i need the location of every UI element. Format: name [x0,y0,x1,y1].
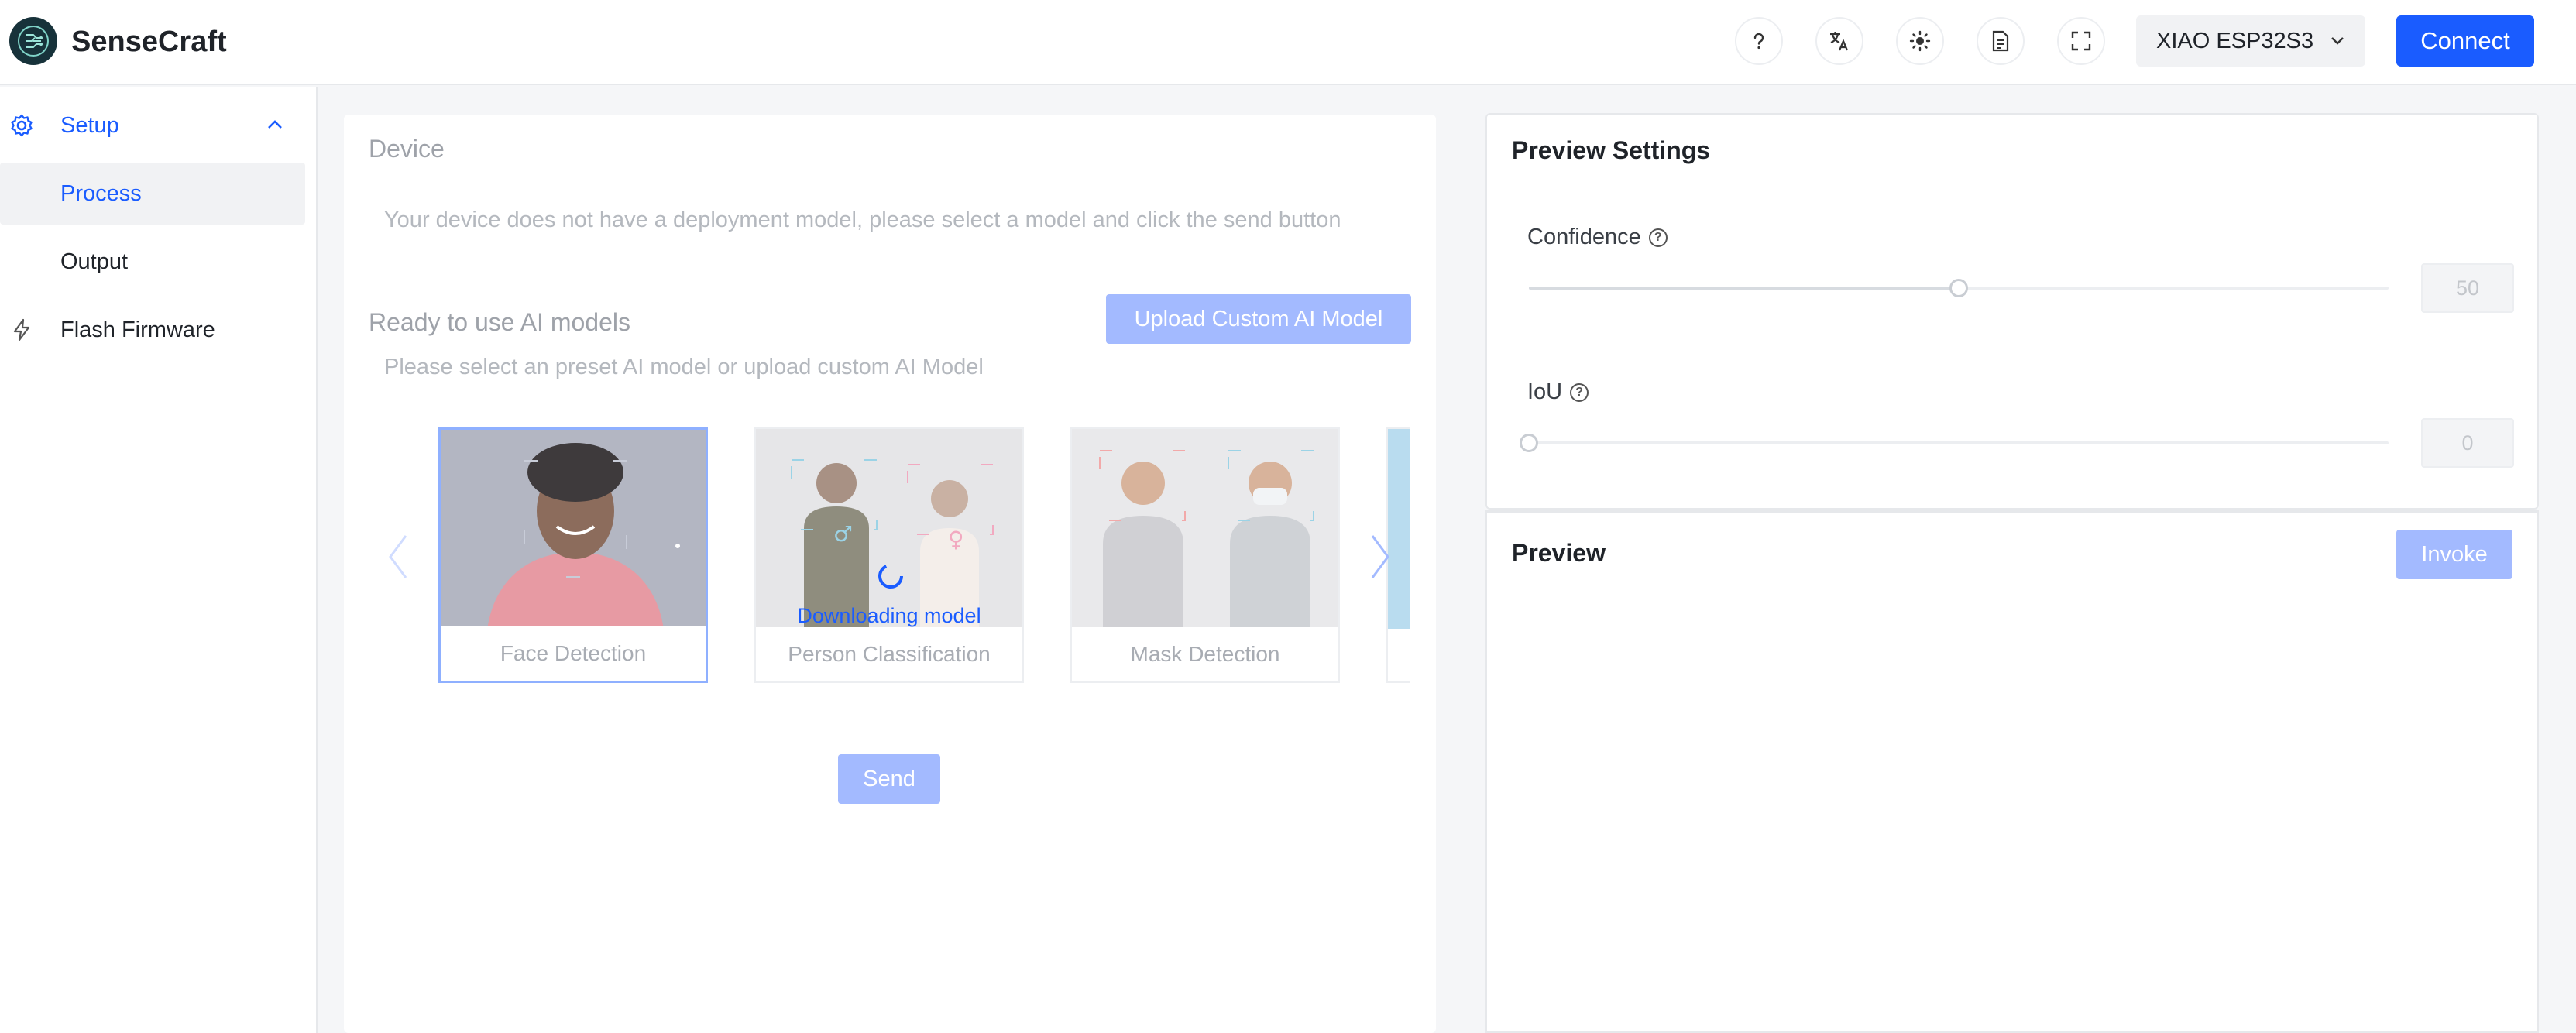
sidebar-item-setup-label: Setup [60,112,119,138]
sidebar-item-setup[interactable]: Setup [0,94,305,156]
svg-text:♂: ♂ [833,521,853,547]
chevron-up-icon [268,120,282,129]
sidebar-item-flash-firmware[interactable]: Flash Firmware [0,299,305,361]
model-card-face-detection[interactable]: Face Detection [438,427,708,683]
preview-title: Preview [1512,539,1606,567]
iou-label: IoU ? [1527,379,1589,405]
sidebar: Setup Process Output Flash Firmware [0,87,318,1033]
top-header: SenseCraft XIAO ESP32S3 Connect [0,0,2576,85]
confidence-label: Confidence ? [1527,225,1668,250]
face-detection-thumbnail [441,430,706,630]
iou-slider[interactable] [1520,434,2389,452]
device-title: Device [369,135,445,163]
confidence-slider-handle[interactable] [1949,279,1968,297]
downloading-status: Downloading model [797,604,981,627]
lightning-icon [13,318,30,341]
confidence-help-icon[interactable]: ? [1648,228,1668,247]
model-card-person-classification[interactable]: ♂ ♀ Downloading model Person Classificat… [754,427,1024,683]
invoke-button[interactable]: Invoke [2396,530,2512,579]
svg-text:♀: ♀ [948,527,964,552]
iou-help-icon[interactable]: ? [1570,383,1589,402]
sensecraft-logo-icon [9,17,57,65]
models-hint: Please select an preset AI model or uplo… [384,355,984,379]
translate-icon[interactable] [1815,17,1863,65]
mask-detection-thumbnail [1072,429,1338,629]
model-name-person-classification: Person Classification [756,627,1022,681]
confidence-input[interactable]: 50 [2421,263,2514,313]
docs-icon[interactable] [1977,17,2025,65]
fullscreen-icon[interactable] [2057,17,2105,65]
person-classification-thumbnail: ♂ ♀ [756,429,1022,629]
confidence-slider-fill [1529,287,1959,290]
sidebar-item-process-label: Process [60,180,142,206]
carousel-prev-icon[interactable] [383,530,414,584]
preview-settings-title: Preview Settings [1512,136,1711,164]
device-message: Your device does not have a deployment m… [384,208,1341,232]
partial-model-thumbnail [1388,429,1410,629]
sidebar-item-output-label: Output [60,249,129,274]
carousel-next-icon[interactable] [1365,530,1396,584]
iou-label-text: IoU [1527,379,1563,404]
device-panel: Device Your device does not have a deplo… [344,115,1436,1033]
connect-button[interactable]: Connect [2396,15,2534,67]
sidebar-item-flash-label: Flash Firmware [60,317,215,342]
iou-input[interactable]: 0 [2421,418,2514,468]
model-name-mask-detection: Mask Detection [1072,627,1338,681]
preview-panel: Preview Invoke [1485,510,2539,1033]
device-select-value: XIAO ESP32S3 [2156,28,2314,53]
gear-icon [11,114,33,137]
upload-custom-model-button[interactable]: Upload Custom AI Model [1106,294,1411,344]
models-title: Ready to use AI models [369,308,630,336]
confidence-slider[interactable] [1529,279,2389,297]
app-title: SenseCraft [71,26,227,58]
confidence-label-text: Confidence [1527,225,1641,249]
send-button[interactable]: Send [838,754,940,804]
sidebar-item-output[interactable]: Output [0,231,305,293]
help-icon[interactable] [1735,17,1783,65]
model-card-mask-detection[interactable]: Mask Detection [1070,427,1340,683]
device-select[interactable]: XIAO ESP32S3 [2136,15,2365,67]
chevron-down-icon [2331,37,2344,45]
iou-slider-handle[interactable] [1520,434,1538,452]
preview-settings-panel: Preview Settings Confidence ? 50 IoU ? 0 [1485,113,2539,510]
theme-icon[interactable] [1896,17,1944,65]
model-name-face-detection: Face Detection [441,626,706,681]
sidebar-item-process[interactable]: Process [0,163,305,225]
